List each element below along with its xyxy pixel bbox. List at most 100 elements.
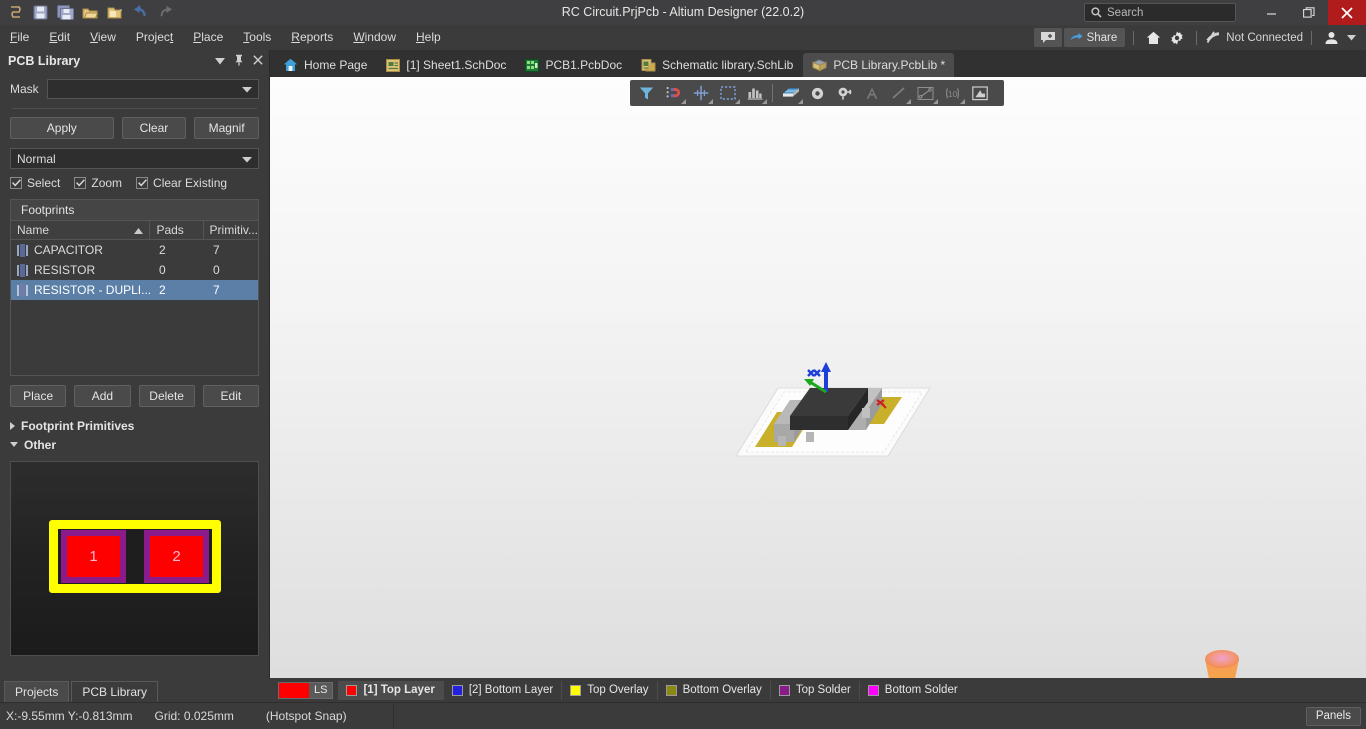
layer-bottom-solder[interactable]: Bottom Solder — [860, 681, 966, 700]
board-3d-icon[interactable] — [777, 81, 804, 105]
restore-button[interactable] — [1290, 0, 1328, 25]
account-caret-icon[interactable] — [1344, 28, 1358, 48]
dropdown-corner[interactable] — [798, 99, 803, 104]
section-other[interactable]: Other — [10, 435, 259, 454]
share-label: Share — [1086, 31, 1118, 44]
layer-bottom-layer[interactable]: [2] Bottom Layer — [444, 680, 563, 700]
close-icon[interactable] — [253, 54, 263, 68]
footprint-preview[interactable]: 1 2 — [10, 461, 259, 656]
redo-icon — [154, 2, 176, 23]
cell-pads: 2 — [159, 283, 166, 297]
gear-icon[interactable] — [1166, 28, 1188, 48]
save-all-icon[interactable] — [54, 2, 76, 23]
table-row[interactable]: RESISTOR 0 0 — [11, 260, 258, 280]
magnet-snap-icon[interactable] — [660, 81, 687, 105]
close-button[interactable] — [1328, 0, 1366, 25]
edit-button[interactable]: Edit — [202, 385, 259, 407]
dropdown-corner[interactable] — [681, 99, 686, 104]
tab-sheet1-schdoc[interactable]: [1] Sheet1.SchDoc — [377, 53, 515, 77]
altium-logo-icon[interactable] — [4, 2, 26, 23]
open-project-icon[interactable] — [104, 2, 126, 23]
panels-button[interactable]: Panels — [1305, 706, 1361, 726]
minimize-button[interactable] — [1252, 0, 1290, 25]
filter-icon[interactable] — [633, 81, 660, 105]
dropdown-corner[interactable] — [735, 99, 740, 104]
layer-bottom-overlay[interactable]: Bottom Overlay — [658, 680, 771, 700]
save-icon[interactable] — [29, 2, 51, 23]
cell-primitives: 7 — [213, 283, 220, 297]
menu-edit[interactable]: Edit — [39, 25, 80, 50]
mode-select[interactable]: Normal — [10, 148, 259, 169]
dropdown-corner[interactable] — [708, 99, 713, 104]
menu-help[interactable]: Help — [406, 25, 451, 50]
column-header-name[interactable]: Name — [11, 220, 151, 240]
clear-button[interactable]: Clear — [121, 117, 187, 139]
section-footprint-primitives[interactable]: Footprint Primitives — [10, 416, 259, 435]
footprints-group-title[interactable]: Footprints — [11, 200, 258, 221]
magnify-button[interactable]: Magnif — [194, 117, 259, 139]
panel-tab-projects[interactable]: Projects — [4, 681, 70, 702]
layer-top-solder[interactable]: Top Solder — [771, 680, 860, 700]
home-icon[interactable] — [1142, 28, 1164, 48]
search-input[interactable]: Search — [1107, 7, 1143, 19]
cell-name: RESISTOR - DUPLI... — [11, 280, 153, 300]
tab-label: PCB1.PcbDoc — [545, 58, 623, 72]
mask-combo[interactable] — [46, 79, 259, 99]
menu-file[interactable]: File — [0, 25, 39, 50]
tab-pcb1-pcbdoc[interactable]: PCB1.PcbDoc — [516, 53, 631, 77]
menu-view[interactable]: View — [80, 25, 126, 50]
delete-button[interactable]: Delete — [138, 385, 195, 407]
column-header-primitives[interactable]: Primitiv... — [204, 221, 258, 240]
connection-status[interactable]: Not Connected — [1205, 31, 1303, 44]
place-button[interactable]: Place — [10, 385, 67, 407]
layer-top-layer[interactable]: [1] Top Layer — [338, 680, 444, 700]
tab-home-page[interactable]: Home Page — [274, 53, 376, 77]
pcb-3d-view[interactable]: 10 — [270, 77, 1366, 678]
chevron-down-icon[interactable] — [215, 54, 225, 68]
menu-reports[interactable]: Reports — [281, 25, 343, 50]
dropdown-corner[interactable] — [762, 99, 767, 104]
cell-name: CAPACITOR — [11, 240, 153, 260]
column-header-pads[interactable]: Pads — [150, 220, 204, 240]
global-search[interactable]: Search — [1084, 3, 1236, 22]
layer-top-overlay[interactable]: Top Overlay — [562, 680, 658, 700]
menu-tools[interactable]: Tools — [233, 25, 281, 50]
dropdown-corner[interactable] — [933, 99, 938, 104]
crosshair-icon[interactable] — [687, 81, 714, 105]
checkbox-clear-existing-label: Clear Existing — [153, 176, 228, 190]
tab-pcb-library-pcblib[interactable]: PCB Library.PcbLib * — [803, 53, 955, 77]
divider — [772, 84, 773, 102]
light-source-cone[interactable] — [1202, 642, 1242, 678]
selection-rect-icon[interactable] — [714, 81, 741, 105]
title-bar: RC Circuit.PrjPcb - Altium Designer (22.… — [0, 0, 1366, 25]
color-swatch — [570, 684, 582, 696]
undo-icon[interactable] — [129, 2, 151, 23]
table-row[interactable]: RESISTOR - DUPLI... 2 7 — [11, 280, 258, 300]
layers-bar-icon[interactable] — [741, 81, 768, 105]
feedback-button[interactable] — [1033, 28, 1062, 47]
pad-icon[interactable] — [831, 81, 858, 105]
apply-button[interactable]: Apply — [10, 117, 114, 139]
tab-schematic-library-schlib[interactable]: Schematic library.SchLib — [632, 53, 802, 77]
checkbox-zoom[interactable]: Zoom — [74, 176, 122, 190]
menu-window[interactable]: Window — [343, 25, 406, 50]
panel-tab-pcb-library[interactable]: PCB Library — [71, 681, 159, 702]
checkbox-select[interactable]: Select — [10, 176, 60, 190]
dropdown-corner[interactable] — [906, 99, 911, 104]
menu-place[interactable]: Place — [183, 25, 233, 50]
table-row[interactable]: CAPACITOR 2 7 — [11, 240, 258, 260]
layer-sets-chip[interactable]: LS — [278, 681, 334, 699]
pin-icon[interactable] — [234, 54, 244, 69]
open-icon[interactable] — [79, 2, 101, 23]
via-icon[interactable] — [804, 81, 831, 105]
place-component-icon[interactable] — [966, 81, 993, 105]
share-button[interactable]: Share — [1063, 28, 1126, 47]
chevron-right-icon — [10, 421, 15, 430]
account-icon[interactable] — [1320, 28, 1342, 48]
menu-project[interactable]: Project — [126, 25, 183, 50]
tab-label: Schematic library.SchLib — [662, 58, 794, 72]
tab-label: PCB Library.PcbLib * — [833, 58, 946, 72]
add-button[interactable]: Add — [74, 385, 131, 407]
checkbox-clear-existing[interactable]: Clear Existing — [136, 176, 227, 190]
dropdown-corner[interactable] — [960, 99, 965, 104]
